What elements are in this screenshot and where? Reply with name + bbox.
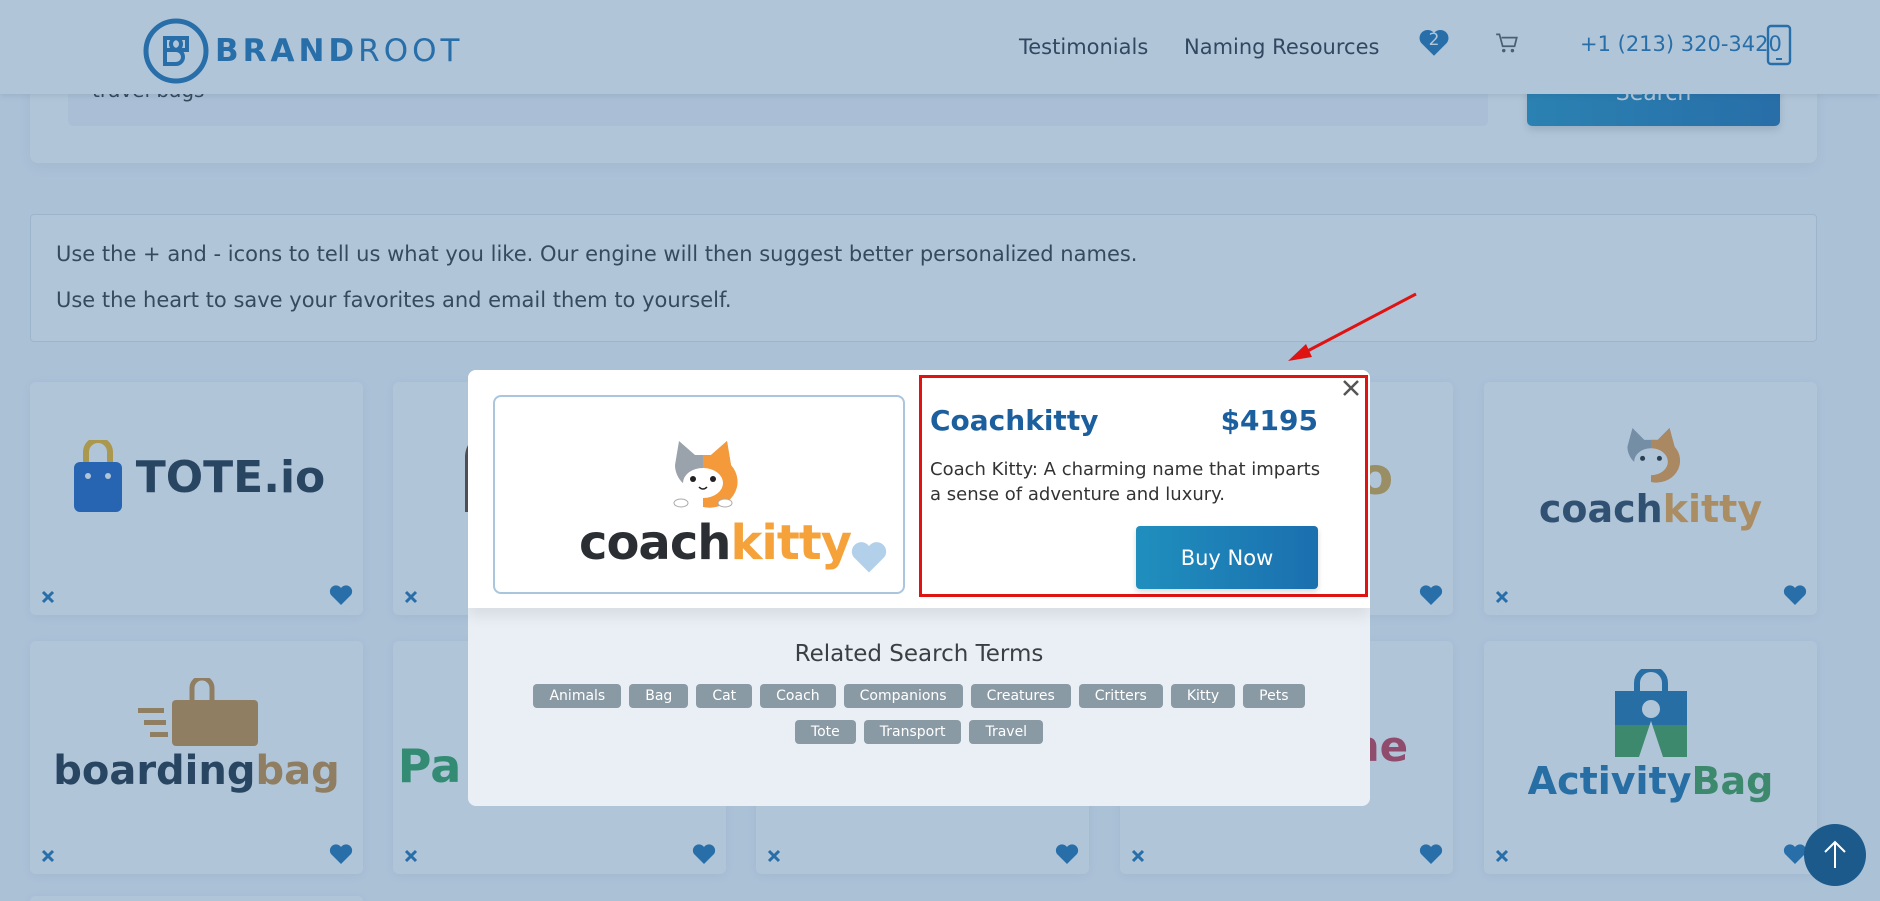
annotation-arrow: [1288, 292, 1417, 361]
